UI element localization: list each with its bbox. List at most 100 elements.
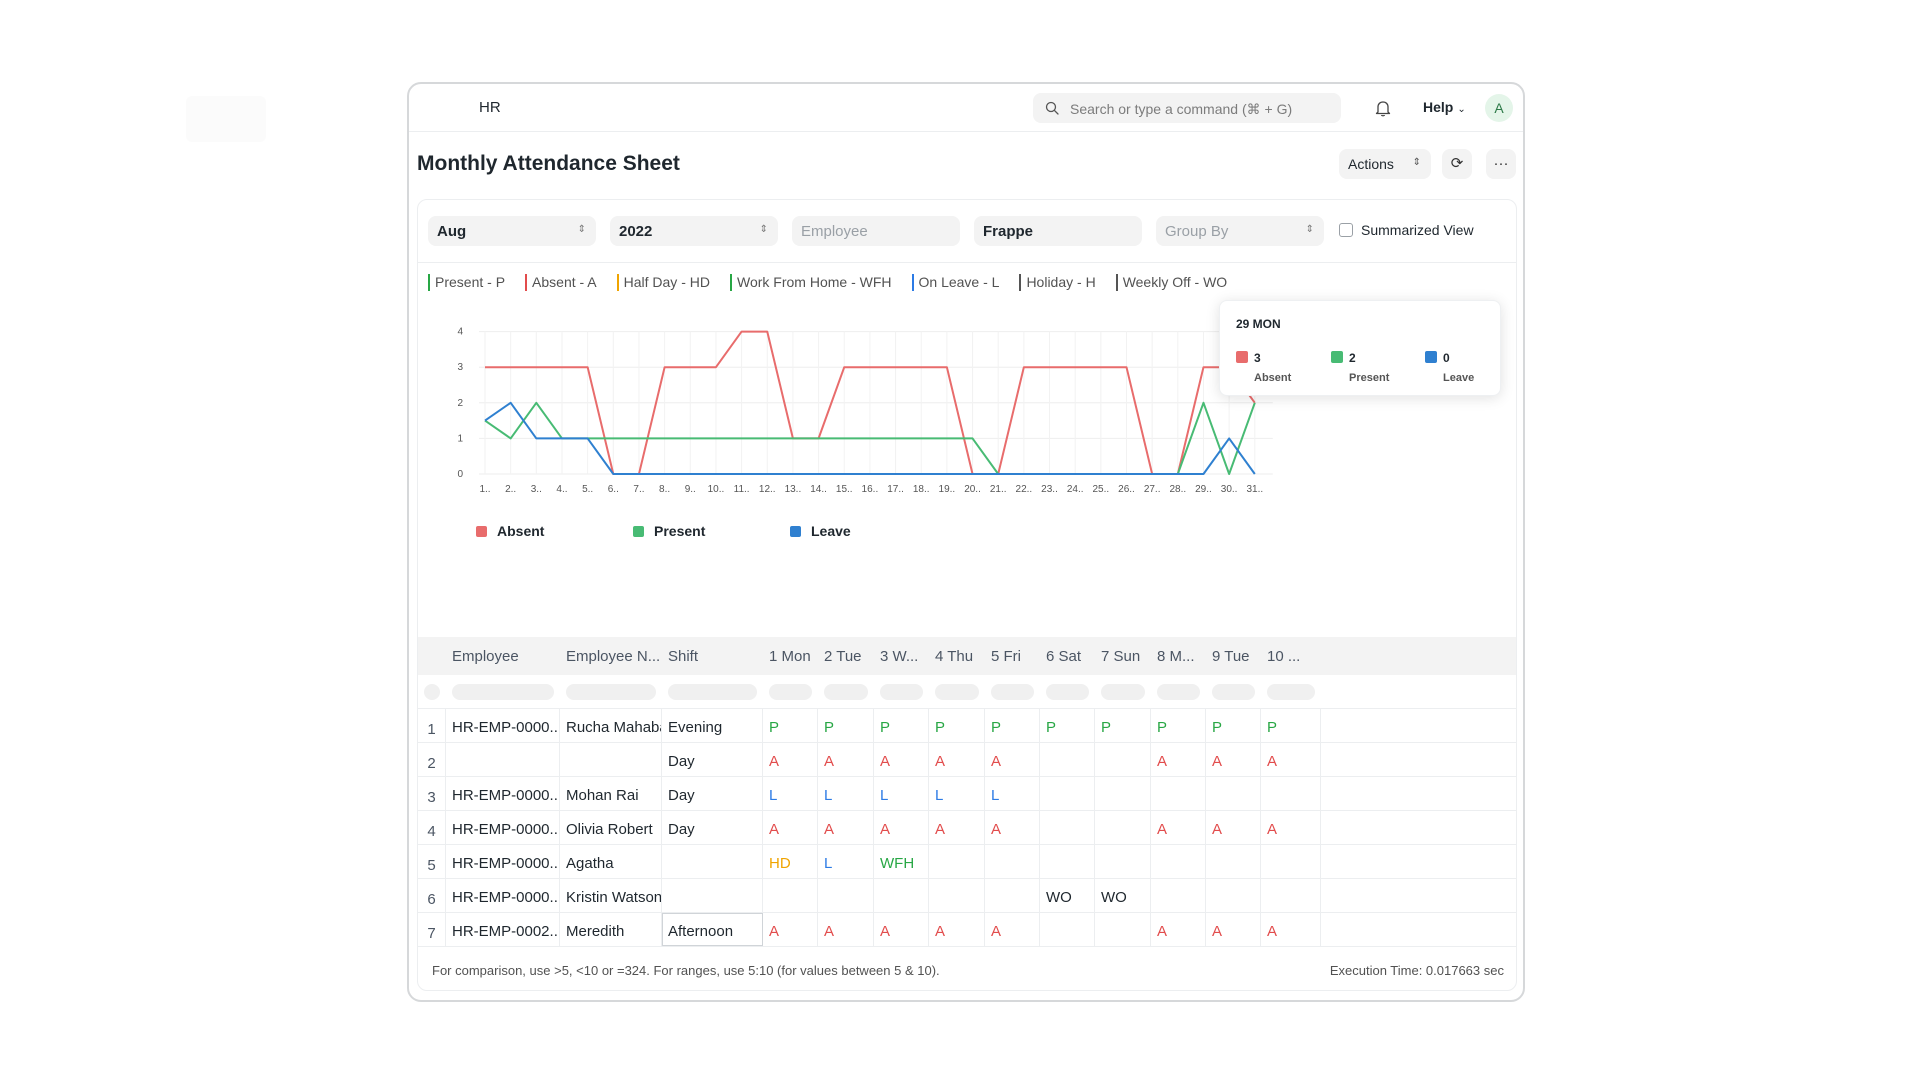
row-number[interactable]: 7 xyxy=(418,913,446,946)
attendance-cell[interactable] xyxy=(1206,879,1261,912)
employee-name-cell[interactable]: Agatha xyxy=(560,845,662,878)
attendance-cell[interactable] xyxy=(929,845,985,878)
column-header[interactable]: 6 Sat xyxy=(1040,637,1095,675)
attendance-cell[interactable] xyxy=(1261,845,1321,878)
attendance-cell[interactable]: P xyxy=(1151,709,1206,742)
column-header[interactable]: 10 ... xyxy=(1261,637,1321,675)
column-header[interactable]: 2 Tue xyxy=(818,637,874,675)
column-filter-input[interactable] xyxy=(1212,684,1255,700)
attendance-cell[interactable]: A xyxy=(763,913,818,946)
breadcrumb-hr[interactable]: HR xyxy=(479,99,501,116)
attendance-cell[interactable] xyxy=(1261,777,1321,810)
column-header[interactable]: 9 Tue xyxy=(1206,637,1261,675)
column-filter-input[interactable] xyxy=(935,684,979,700)
attendance-cell[interactable]: A xyxy=(1206,811,1261,844)
shift-cell[interactable]: Afternoon xyxy=(662,913,763,946)
attendance-cell[interactable]: L xyxy=(985,777,1040,810)
table-row[interactable]: 1 HR-EMP-0000... Rucha Mahabal Evening P P P P P… xyxy=(418,709,1516,743)
attendance-cell[interactable]: A xyxy=(874,743,929,776)
attendance-cell[interactable]: P xyxy=(763,709,818,742)
attendance-cell[interactable]: P xyxy=(1206,709,1261,742)
month-filter[interactable]: Aug ⇕ xyxy=(428,216,596,246)
attendance-cell[interactable]: A xyxy=(874,811,929,844)
row-number[interactable]: 5 xyxy=(418,845,446,878)
attendance-cell[interactable] xyxy=(1206,845,1261,878)
table-row[interactable]: 6 HR-EMP-0000... Kristin Watson WO WO xyxy=(418,879,1516,913)
attendance-cell[interactable] xyxy=(1040,743,1095,776)
attendance-cell[interactable] xyxy=(1040,845,1095,878)
attendance-cell[interactable]: WFH xyxy=(874,845,929,878)
refresh-button[interactable]: ⟳ xyxy=(1442,149,1472,179)
employee-id-cell[interactable]: HR-EMP-0000... xyxy=(446,709,560,742)
attendance-cell[interactable]: P xyxy=(1040,709,1095,742)
attendance-cell[interactable] xyxy=(1040,913,1095,946)
attendance-cell[interactable]: A xyxy=(929,913,985,946)
attendance-cell[interactable]: P xyxy=(929,709,985,742)
shift-cell[interactable]: Day xyxy=(662,811,763,844)
attendance-cell[interactable] xyxy=(1261,879,1321,912)
column-header[interactable]: 3 W... xyxy=(874,637,929,675)
column-filter-input[interactable] xyxy=(824,684,868,700)
attendance-cell[interactable]: A xyxy=(1151,811,1206,844)
table-row[interactable]: 2 Day A A A A A A A A xyxy=(418,743,1516,777)
table-row[interactable]: 3 HR-EMP-0000... Mohan Rai Day L L L L L xyxy=(418,777,1516,811)
shift-cell[interactable]: Evening xyxy=(662,709,763,742)
avatar[interactable]: A xyxy=(1485,94,1513,122)
attendance-cell[interactable] xyxy=(874,879,929,912)
attendance-cell[interactable]: A xyxy=(929,811,985,844)
row-number[interactable]: 4 xyxy=(418,811,446,844)
attendance-cell[interactable] xyxy=(985,845,1040,878)
attendance-cell[interactable] xyxy=(1095,811,1151,844)
attendance-cell[interactable]: P xyxy=(985,709,1040,742)
attendance-cell[interactable] xyxy=(1206,777,1261,810)
attendance-cell[interactable] xyxy=(929,879,985,912)
attendance-cell[interactable]: WO xyxy=(1095,879,1151,912)
row-number[interactable]: 6 xyxy=(418,879,446,912)
column-filter-input[interactable] xyxy=(452,684,554,700)
attendance-cell[interactable]: A xyxy=(1261,811,1321,844)
attendance-cell[interactable] xyxy=(1095,743,1151,776)
company-filter[interactable]: Frappe xyxy=(974,216,1142,246)
attendance-cell[interactable]: A xyxy=(818,743,874,776)
employee-name-cell[interactable]: Olivia Robert xyxy=(560,811,662,844)
summarized-view-toggle[interactable]: Summarized View xyxy=(1339,222,1474,238)
attendance-cell[interactable]: L xyxy=(818,845,874,878)
search-bar[interactable]: Search or type a command (⌘ + G) xyxy=(1033,93,1341,123)
employee-id-cell[interactable]: HR-EMP-0000... xyxy=(446,811,560,844)
attendance-cell[interactable]: P xyxy=(874,709,929,742)
attendance-cell[interactable]: A xyxy=(1261,743,1321,776)
column-header[interactable]: 5 Fri xyxy=(985,637,1040,675)
attendance-cell[interactable] xyxy=(1040,811,1095,844)
attendance-cell[interactable] xyxy=(1095,777,1151,810)
actions-button[interactable]: Actions ⇕ xyxy=(1339,149,1431,179)
attendance-cell[interactable]: A xyxy=(818,811,874,844)
attendance-cell[interactable] xyxy=(1151,879,1206,912)
column-header[interactable]: 8 M... xyxy=(1151,637,1206,675)
row-number[interactable]: 2 xyxy=(418,743,446,776)
column-filter-input[interactable] xyxy=(566,684,656,700)
attendance-cell[interactable] xyxy=(763,879,818,912)
attendance-cell[interactable]: P xyxy=(1261,709,1321,742)
attendance-cell[interactable]: L xyxy=(874,777,929,810)
summarized-view-checkbox[interactable] xyxy=(1339,223,1353,237)
attendance-cell[interactable] xyxy=(1151,777,1206,810)
attendance-cell[interactable] xyxy=(1040,777,1095,810)
attendance-cell[interactable]: A xyxy=(1206,743,1261,776)
shift-cell[interactable]: Day xyxy=(662,777,763,810)
table-row[interactable]: 5 HR-EMP-0000... Agatha HD L WFH xyxy=(418,845,1516,879)
column-filter-input[interactable] xyxy=(1101,684,1145,700)
attendance-cell[interactable]: A xyxy=(929,743,985,776)
column-header[interactable]: 7 Sun xyxy=(1095,637,1151,675)
attendance-cell[interactable]: WO xyxy=(1040,879,1095,912)
employee-name-cell[interactable]: Mohan Rai xyxy=(560,777,662,810)
attendance-cell[interactable] xyxy=(1095,845,1151,878)
column-header[interactable]: Employee xyxy=(446,637,560,675)
attendance-cell[interactable]: P xyxy=(818,709,874,742)
more-button[interactable]: ··· xyxy=(1486,149,1516,179)
attendance-cell[interactable]: A xyxy=(763,743,818,776)
attendance-cell[interactable] xyxy=(985,879,1040,912)
column-filter-input[interactable] xyxy=(1046,684,1089,700)
column-header[interactable]: 1 Mon xyxy=(763,637,818,675)
column-header[interactable]: Employee N... xyxy=(560,637,662,675)
attendance-cell[interactable]: A xyxy=(874,913,929,946)
